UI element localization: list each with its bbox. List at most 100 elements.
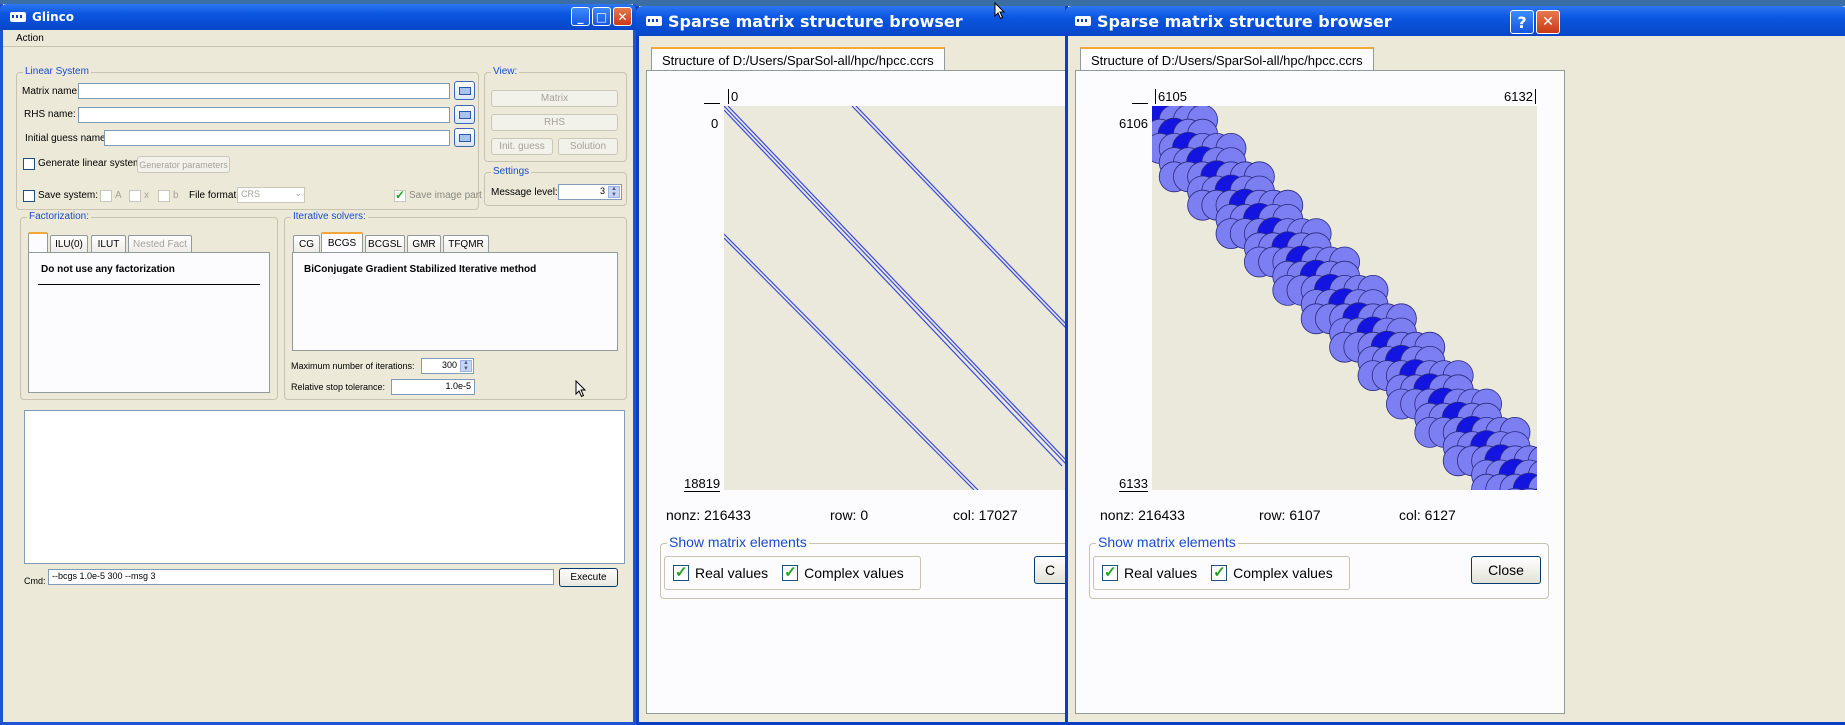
execute-button[interactable]: Execute [559, 568, 618, 587]
matrix-structure-svg [724, 106, 1066, 490]
max-iterations-spinner[interactable]: 300 ▲ ▼ [421, 358, 474, 374]
save-system-label: Save system: [38, 190, 99, 201]
browser2-show-legend: Show matrix elements [1096, 534, 1238, 550]
browser2-y-end-label: 6133 [1119, 476, 1148, 492]
menu-action[interactable]: Action [16, 33, 44, 44]
tab-tfqmr[interactable]: TFQMR [443, 235, 489, 253]
save-a-label: A [115, 190, 122, 201]
output-area[interactable] [24, 410, 625, 564]
tab-ilut[interactable]: ILUT [91, 235, 126, 253]
tab-blank-factorization[interactable] [28, 232, 48, 253]
browser1-show-elements-group: Show matrix elements Real values Complex… [660, 534, 1080, 599]
tab-gmr[interactable]: GMR [407, 235, 441, 253]
browser1-show-legend: Show matrix elements [667, 534, 809, 550]
help-icon[interactable]: ? [1510, 10, 1534, 34]
browser2-title: Sparse matrix structure browser [1097, 11, 1392, 31]
app-icon [10, 12, 26, 22]
browser1-structure-tab[interactable]: Structure of D:/Users/SparSol-all/hpc/hp… [651, 47, 945, 71]
cmd-label: Cmd: [24, 576, 46, 586]
view-init-guess-button[interactable]: Init. guess [491, 138, 553, 155]
file-format-select[interactable]: CRS ⌄ [237, 187, 305, 203]
generate-checkbox[interactable] [23, 158, 35, 170]
matrix-browse-button[interactable] [454, 81, 475, 100]
browser1-y-axis-top-tick [704, 103, 720, 104]
browser2-complex-checkbox[interactable] [1211, 563, 1228, 581]
folder-icon [458, 110, 471, 119]
iterative-legend: Iterative solvers: [291, 211, 368, 222]
initial-browse-button[interactable] [454, 128, 475, 147]
view-solution-button[interactable]: Solution [558, 138, 618, 155]
close-icon[interactable]: ✕ [613, 7, 632, 26]
browser1-complex-checkbox[interactable] [782, 563, 799, 581]
browser2-structure-tab[interactable]: Structure of D:/Users/SparSol-all/hpc/hp… [1080, 47, 1374, 71]
browser2-show-elements-group: Show matrix elements Real values Complex… [1089, 534, 1549, 599]
glinco-titlebar[interactable]: Glinco _ □ ✕ [0, 4, 636, 30]
browser1-real-checkbox[interactable] [673, 563, 689, 581]
browser2-y-axis-top-tick [1132, 103, 1148, 104]
view-rhs-button[interactable]: RHS [491, 114, 618, 131]
spinner-arrows-icon[interactable]: ▲ ▼ [460, 360, 472, 372]
chevron-down-icon: ⌄ [294, 188, 302, 198]
tab-bcgs[interactable]: BCGS [321, 232, 363, 253]
tolerance-input[interactable]: 1.0e-5 [391, 379, 475, 395]
initial-guess-input[interactable] [104, 130, 450, 146]
browser2-panel: 6105 6132 6106 6133 nonz: 216433 row: 61… [1075, 70, 1565, 714]
browser2-y-start-label: 6106 [1119, 116, 1148, 131]
spinner-arrows-icon[interactable]: ▲ ▼ [608, 186, 620, 198]
save-a-checkbox[interactable] [100, 190, 112, 202]
factorization-content: Do not use any factorization [41, 264, 175, 275]
max-iterations-label: Maximum number of iterations: [291, 361, 415, 371]
glinco-window: Glinco _ □ ✕ Action Linear System Matrix… [0, 4, 636, 725]
settings-legend: Settings [491, 166, 532, 177]
browser2-x-end-label: 6132 [1504, 89, 1536, 104]
rhs-browse-button[interactable] [454, 105, 475, 124]
message-level-label: Message level: [491, 187, 558, 198]
factorization-panel: Do not use any factorization [28, 252, 270, 393]
app-icon [1075, 16, 1091, 26]
matrix-name-input[interactable] [78, 83, 450, 99]
browser2-checkbox-frame: Real values Complex values [1093, 556, 1350, 590]
close-icon[interactable]: ✕ [1536, 10, 1560, 34]
save-x-checkbox[interactable] [129, 190, 141, 202]
browser1-diag-band-upper [851, 106, 1066, 329]
tab-nested-fact[interactable]: Nested Fact [128, 235, 192, 253]
browser2-matrix-plot[interactable] [1152, 106, 1537, 490]
folder-icon [458, 86, 471, 95]
tab-cg[interactable]: CG [293, 235, 320, 253]
mouse-pointer-icon [575, 380, 587, 398]
browser1-title: Sparse matrix structure browser [668, 11, 963, 31]
generate-label: Generate linear system [38, 158, 142, 169]
linear-system-legend: Linear System [23, 66, 91, 77]
tab-ilu0[interactable]: ILU(0) [50, 235, 88, 253]
message-level-spinner[interactable]: 3 ▲ ▼ [558, 184, 622, 200]
browser1-panel: 0 0 18819 nonz: 216433 row: 0 col: 17027… [646, 70, 1080, 714]
save-image-checkbox[interactable] [394, 188, 406, 202]
browser1-checkbox-frame: Real values Complex values [664, 556, 921, 590]
save-b-checkbox[interactable] [158, 190, 170, 202]
generator-parameters-button[interactable]: Generator parameters [137, 156, 230, 173]
browser2-x-start-label: 6105 [1155, 89, 1187, 104]
matrix-name-label: Matrix name: [22, 86, 80, 97]
tab-bcgsl[interactable]: BCGSL [365, 235, 405, 253]
browser1-matrix-plot[interactable] [724, 106, 1066, 490]
folder-icon [458, 133, 471, 142]
minimize-icon[interactable]: _ [571, 7, 590, 26]
browser2-close-button[interactable]: Close [1471, 556, 1541, 584]
tolerance-label: Relative stop tolerance: [291, 382, 386, 392]
browser2-nonz: nonz: 216433 [1100, 507, 1185, 523]
browser1-col: col: 17027 [953, 507, 1018, 523]
matrix-browser-window-1: Sparse matrix structure browser Structur… [636, 6, 1080, 725]
browser2-real-checkbox[interactable] [1102, 563, 1118, 581]
save-system-checkbox[interactable] [23, 190, 35, 202]
view-matrix-button[interactable]: Matrix [491, 90, 618, 107]
app-icon [646, 16, 662, 26]
maximize-icon[interactable]: □ [592, 7, 611, 26]
rhs-name-input[interactable] [78, 107, 450, 123]
view-legend: View: [491, 66, 520, 77]
browser1-complex-label: Complex values [804, 565, 904, 581]
browser1-y-start-label: 0 [711, 116, 719, 131]
browser2-row: row: 6107 [1259, 507, 1321, 523]
save-x-label: x [144, 190, 149, 201]
cmd-input[interactable]: --bcgs 1.0e-5 300 --msg 3 [48, 569, 554, 585]
browser2-titlebar[interactable]: Sparse matrix structure browser ? ✕ [1065, 6, 1845, 36]
